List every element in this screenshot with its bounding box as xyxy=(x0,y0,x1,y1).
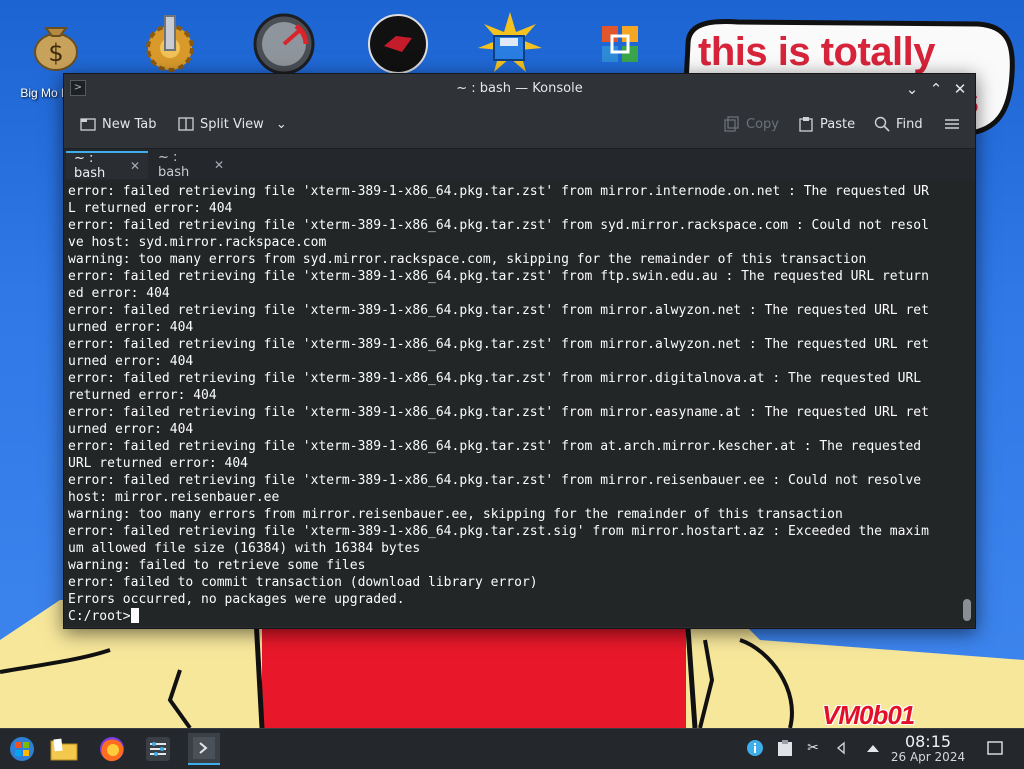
system-settings-icon[interactable] xyxy=(142,733,174,765)
terminal-line: urned error: 404 xyxy=(68,422,194,437)
sun-disk-icon[interactable] xyxy=(474,8,546,80)
search-icon xyxy=(874,116,890,132)
minimize-chevron-icon[interactable]: ⌄ xyxy=(902,79,922,99)
title-bar[interactable]: > ~ : bash — Konsole ⌄ ⌃ ✕ xyxy=(64,74,975,104)
close-tab-icon[interactable]: ✕ xyxy=(130,159,140,173)
terminal-line: error: failed retrieving file 'xterm-389… xyxy=(68,405,929,420)
close-tab-icon[interactable]: ✕ xyxy=(214,158,224,172)
tab-label: ~ : bash xyxy=(158,150,190,180)
tray-expand-icon[interactable] xyxy=(862,737,884,759)
terminal-line: error: failed retrieving file 'xterm-389… xyxy=(68,524,929,539)
split-view-label: Split View xyxy=(200,116,264,132)
tab-bash-1[interactable]: ~ : bash ✕ xyxy=(66,151,148,181)
konsole-icon[interactable] xyxy=(188,733,220,765)
copy-icon xyxy=(724,116,739,132)
shell-prompt: C:/root> xyxy=(68,609,131,624)
svg-text:$: $ xyxy=(48,39,63,67)
paste-label: Paste xyxy=(820,116,856,132)
find-label: Find xyxy=(896,116,923,132)
maximize-chevron-icon[interactable]: ⌃ xyxy=(926,79,946,99)
scissors-icon[interactable]: ✂ xyxy=(802,737,824,759)
terminal-line: um allowed file size (16384) with 16384 … xyxy=(68,541,421,556)
paste-button[interactable]: Paste xyxy=(798,116,855,132)
scrollbar-thumb[interactable] xyxy=(963,599,971,621)
tab-bash-2[interactable]: ~ : bash ✕ xyxy=(150,150,232,180)
terminal-line: L returned error: 404 xyxy=(68,201,233,216)
terminal-line: URL returned error: 404 xyxy=(68,456,249,471)
info-icon[interactable] xyxy=(744,737,766,759)
terminal-line: error: failed to commit transaction (dow… xyxy=(68,575,538,590)
terminal-line: error: failed retrieving file 'xterm-389… xyxy=(68,439,922,454)
terminal-line: host: mirror.reisenbauer.ee xyxy=(68,490,280,505)
close-icon[interactable]: ✕ xyxy=(950,79,970,99)
office-logo-icon[interactable] xyxy=(584,8,656,80)
copy-label: Copy xyxy=(746,116,779,132)
find-button[interactable]: Find xyxy=(874,116,923,132)
new-tab-button[interactable]: New Tab xyxy=(80,116,157,132)
toolbar: New Tab Split View ⌄ Copy Paste Find xyxy=(64,104,975,149)
prompt-line[interactable]: C:/root> xyxy=(68,608,959,625)
terminal-scrollbar[interactable] xyxy=(959,181,975,627)
split-view-icon xyxy=(178,117,194,131)
tab-label: ~ : bash xyxy=(74,151,106,181)
firefox-icon[interactable] xyxy=(96,733,128,765)
money-bag-icon[interactable]: $ Big Mo Delu xyxy=(20,8,92,100)
clock-date[interactable]: 26 Apr 2024 xyxy=(884,750,972,764)
window-title: ~ : bash — Konsole xyxy=(456,81,583,96)
konsole-window: > ~ : bash — Konsole ⌄ ⌃ ✕ New Tab Split… xyxy=(63,73,976,629)
text-cursor xyxy=(130,608,139,623)
terminal-line: urned error: 404 xyxy=(68,354,194,369)
terminal-line: error: failed retrieving file 'xterm-389… xyxy=(68,371,922,386)
terminal-line: ve host: syd.mirror.rackspace.com xyxy=(68,235,327,250)
clock-time[interactable]: 08:15 xyxy=(896,732,960,751)
terminal-line: ed error: 404 xyxy=(68,286,170,301)
speedometer-icon[interactable] xyxy=(248,8,320,80)
watermark-logo: VM0b01 xyxy=(822,700,915,728)
speech-text: this is totally xyxy=(698,30,936,74)
terminal-line: error: failed retrieving file 'xterm-389… xyxy=(68,473,922,488)
terminal-line: urned error: 404 xyxy=(68,320,194,335)
new-tab-icon xyxy=(80,118,96,131)
split-view-button[interactable]: Split View ⌄ xyxy=(178,116,287,132)
tab-bar: ~ : bash ✕ ~ : bash ✕ xyxy=(64,149,975,182)
terminal-line: error: failed retrieving file 'xterm-389… xyxy=(68,218,929,233)
terminal-line: warning: failed to retrieve some files xyxy=(68,558,366,573)
file-manager-icon[interactable] xyxy=(48,733,80,765)
terminal-line: warning: too many errors from syd.mirror… xyxy=(68,252,867,267)
hamburger-menu-icon[interactable] xyxy=(944,116,960,132)
new-tab-label: New Tab xyxy=(102,116,157,132)
terminal-line: error: failed retrieving file 'xterm-389… xyxy=(68,303,929,318)
clipboard-icon[interactable] xyxy=(774,737,796,759)
paste-icon xyxy=(799,117,813,132)
show-desktop-icon[interactable] xyxy=(984,737,1006,759)
terminal-output[interactable]: error: failed retrieving file 'xterm-389… xyxy=(64,181,959,627)
copy-button[interactable]: Copy xyxy=(724,116,779,132)
terminal-line: Errors occurred, no packages were upgrad… xyxy=(68,592,405,607)
start-menu-icon[interactable] xyxy=(6,733,38,765)
volume-icon[interactable] xyxy=(830,737,852,759)
terminal-line: warning: too many errors from mirror.rei… xyxy=(68,507,843,522)
terminal-line: returned error: 404 xyxy=(68,388,217,403)
terminal-lines: error: failed retrieving file 'xterm-389… xyxy=(68,183,959,608)
terminal-line: error: failed retrieving file 'xterm-389… xyxy=(68,269,929,284)
settings-gear-icon[interactable] xyxy=(134,8,206,80)
game-disc-icon[interactable] xyxy=(362,8,434,80)
terminal-line: error: failed retrieving file 'xterm-389… xyxy=(68,337,929,352)
terminal-line: error: failed retrieving file 'xterm-389… xyxy=(68,184,929,199)
taskbar: ✂ 08:15 26 Apr 2024 xyxy=(0,728,1024,769)
chevron-down-icon[interactable]: ⌄ xyxy=(276,117,287,132)
